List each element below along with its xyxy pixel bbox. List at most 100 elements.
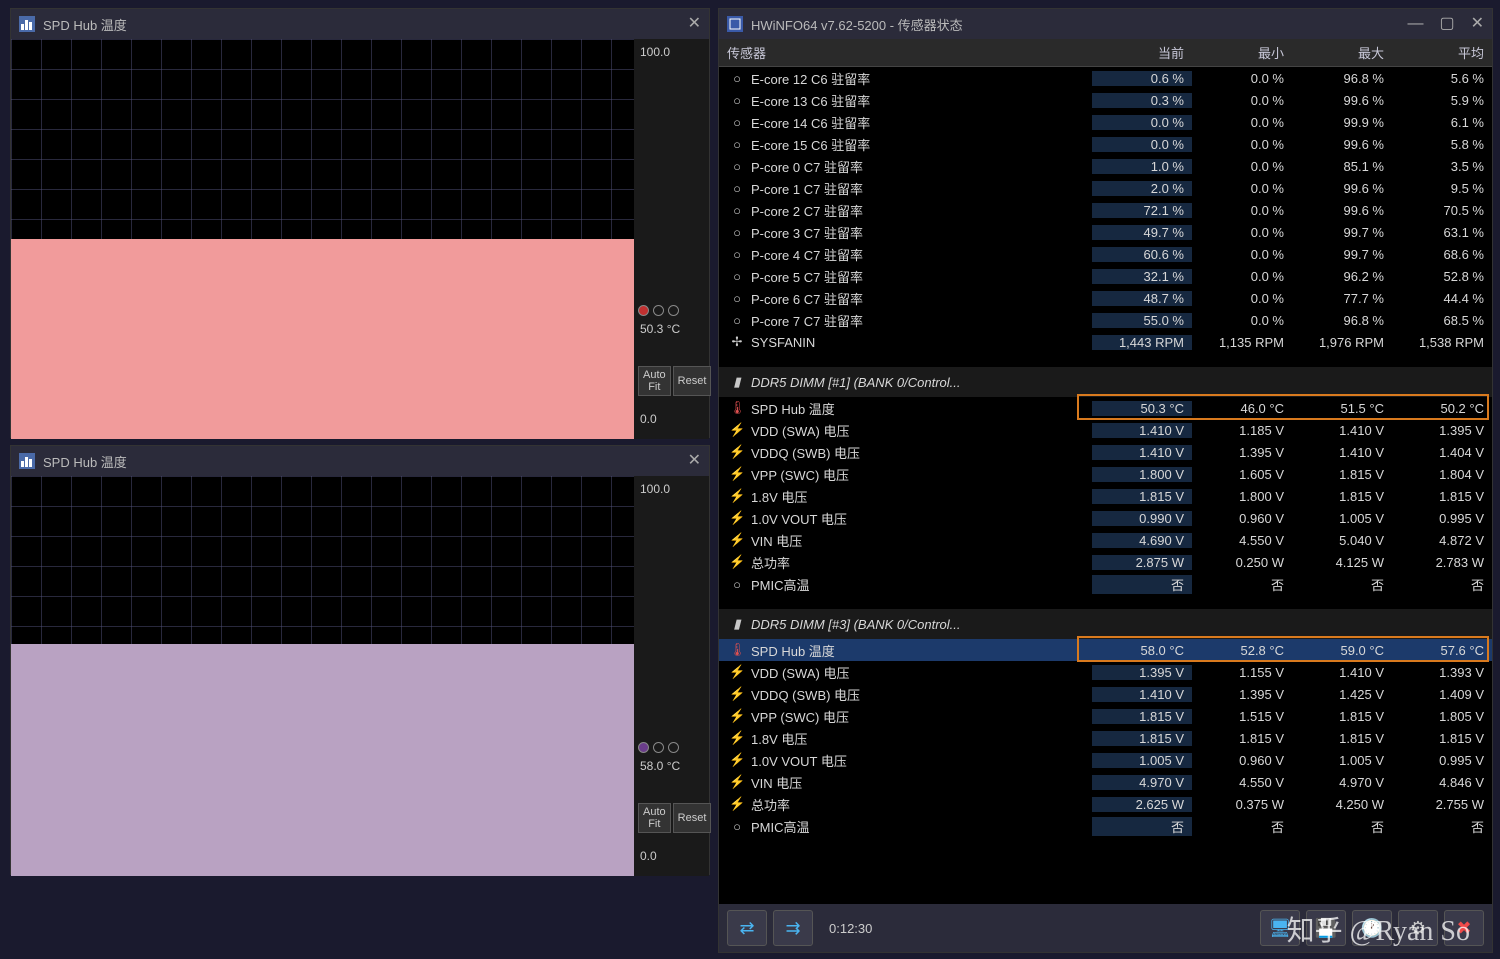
sensor-row[interactable]: ⚡VDD (SWA) 电压1.410 V1.185 V1.410 V1.395 … — [719, 419, 1492, 441]
header-max[interactable]: 最大 — [1292, 39, 1392, 66]
sensor-name: P-core 0 C7 驻留率 — [751, 157, 1092, 176]
sensor-row[interactable]: ○E-core 12 C6 驻留率0.6 %0.0 %96.8 %5.6 % — [719, 67, 1492, 89]
sensor-row[interactable]: ○P-core 1 C7 驻留率2.0 %0.0 %99.6 %9.5 % — [719, 177, 1492, 199]
graph2-titlebar[interactable]: SPD Hub 温度 ✕ — [11, 446, 709, 476]
sensor-row[interactable]: ○P-core 7 C7 驻留率55.0 %0.0 %96.8 %68.5 % — [719, 309, 1492, 331]
reset-button[interactable]: Reset — [673, 366, 712, 396]
sensor-avg: 50.2 °C — [1392, 401, 1492, 416]
close-button[interactable]: ✖ — [1444, 910, 1484, 946]
sensor-row[interactable]: ○P-core 0 C7 驻留率1.0 %0.0 %85.1 %3.5 % — [719, 155, 1492, 177]
reset-button[interactable]: Reset — [673, 803, 712, 833]
sensor-icon: ⚡ — [729, 774, 745, 790]
header-sensor[interactable]: 传感器 — [719, 39, 1092, 66]
hwinfo-window[interactable]: HWiNFO64 v7.62-5200 - 传感器状态 — ▢ ✕ 传感器 当前… — [718, 8, 1493, 953]
clock-button[interactable]: 🕐 — [1352, 910, 1392, 946]
graph1-plot[interactable] — [11, 39, 634, 439]
sensor-row[interactable]: ○PMIC高温否否否否 — [719, 815, 1492, 837]
hwinfo-titlebar[interactable]: HWiNFO64 v7.62-5200 - 传感器状态 — ▢ ✕ — [719, 9, 1492, 39]
graph1-title: SPD Hub 温度 — [43, 15, 688, 34]
minimize-icon[interactable]: — — [1407, 16, 1423, 32]
sensor-cur: 2.0 % — [1092, 181, 1192, 196]
sensor-max: 59.0 °C — [1292, 643, 1392, 658]
header-cur[interactable]: 当前 — [1092, 39, 1192, 66]
close-icon[interactable]: ✕ — [688, 16, 701, 32]
sensor-icon: ⚡ — [729, 510, 745, 526]
sensor-row[interactable]: ○E-core 13 C6 驻留率0.3 %0.0 %99.6 %5.9 % — [719, 89, 1492, 111]
sensor-row[interactable]: ○P-core 5 C7 驻留率32.1 %0.0 %96.2 %52.8 % — [719, 265, 1492, 287]
sensor-row[interactable]: ○P-core 6 C7 驻留率48.7 %0.0 %77.7 %44.4 % — [719, 287, 1492, 309]
sensor-row[interactable]: ⚡VIN 电压4.690 V4.550 V5.040 V4.872 V — [719, 529, 1492, 551]
sensor-row[interactable]: ○E-core 15 C6 驻留率0.0 %0.0 %99.6 %5.8 % — [719, 133, 1492, 155]
autofit-button[interactable]: Auto Fit — [638, 366, 671, 396]
sensor-max: 77.7 % — [1292, 291, 1392, 306]
sensor-group[interactable]: ▮DDR5 DIMM [#3] (BANK 0/Control... — [719, 609, 1492, 639]
sensor-name: VIN 电压 — [751, 773, 1092, 792]
close-icon[interactable]: ✕ — [688, 453, 701, 469]
sensor-body[interactable]: ○E-core 12 C6 驻留率0.6 %0.0 %96.8 %5.6 %○E… — [719, 67, 1492, 904]
sensor-cur: 0.6 % — [1092, 71, 1192, 86]
sensor-row[interactable]: ○PMIC高温否否否否 — [719, 573, 1492, 595]
autofit-button[interactable]: Auto Fit — [638, 803, 671, 833]
graph-window-1[interactable]: SPD Hub 温度 ✕ 100.0 50.3 °C Auto Fit Rese… — [10, 8, 710, 438]
sensor-row[interactable]: 🌡SPD Hub 温度50.3 °C46.0 °C51.5 °C50.2 °C — [719, 397, 1492, 419]
sensor-name: E-core 13 C6 驻留率 — [751, 91, 1092, 110]
sensor-row[interactable]: ⚡VPP (SWC) 电压1.800 V1.605 V1.815 V1.804 … — [719, 463, 1492, 485]
sensor-cur: 32.1 % — [1092, 269, 1192, 284]
sensor-max: 96.2 % — [1292, 269, 1392, 284]
series-dot-icon[interactable] — [638, 742, 649, 753]
sensor-cur: 0.0 % — [1092, 115, 1192, 130]
graph-window-2[interactable]: SPD Hub 温度 ✕ 100.0 58.0 °C Auto Fit Rese… — [10, 445, 710, 875]
sensor-group[interactable]: ▮DDR5 DIMM [#1] (BANK 0/Control... — [719, 367, 1492, 397]
sensor-icon: ⚡ — [729, 752, 745, 768]
sensor-row[interactable]: ⚡VDD (SWA) 电压1.395 V1.155 V1.410 V1.393 … — [719, 661, 1492, 683]
sensor-row[interactable]: ✢SYSFANIN1,443 RPM1,135 RPM1,976 RPM1,53… — [719, 331, 1492, 353]
sensor-min: 4.550 V — [1192, 533, 1292, 548]
close-icon[interactable]: ✕ — [1471, 16, 1484, 32]
header-min[interactable]: 最小 — [1192, 39, 1292, 66]
nav-left-button[interactable]: ⇄ — [727, 910, 767, 946]
sensor-row[interactable]: ⚡VIN 电压4.970 V4.550 V4.970 V4.846 V — [719, 771, 1492, 793]
series-dot-icon[interactable] — [653, 742, 664, 753]
sensor-row[interactable]: ⚡1.8V 电压1.815 V1.815 V1.815 V1.815 V — [719, 727, 1492, 749]
sensor-max: 否 — [1292, 575, 1392, 594]
series-dot-icon[interactable] — [668, 305, 679, 316]
sensor-min: 0.0 % — [1192, 115, 1292, 130]
sensor-icon: ○ — [729, 159, 745, 174]
sensor-row[interactable]: ⚡1.0V VOUT 电压1.005 V0.960 V1.005 V0.995 … — [719, 749, 1492, 771]
sensor-cur: 1.815 V — [1092, 709, 1192, 724]
series-dot-icon[interactable] — [668, 742, 679, 753]
sensor-header[interactable]: 传感器 当前 最小 最大 平均 — [719, 39, 1492, 67]
sensor-row[interactable]: ⚡VPP (SWC) 电压1.815 V1.515 V1.815 V1.805 … — [719, 705, 1492, 727]
sensor-row[interactable]: ⚡总功率2.625 W0.375 W4.250 W2.755 W — [719, 793, 1492, 815]
graph2-ymax: 100.0 — [638, 480, 705, 498]
sensor-max: 1.815 V — [1292, 709, 1392, 724]
monitor-button[interactable]: 🖥 — [1260, 910, 1300, 946]
settings-button[interactable]: ⚙ — [1398, 910, 1438, 946]
sensor-row[interactable]: ○P-core 3 C7 驻留率49.7 %0.0 %99.7 %63.1 % — [719, 221, 1492, 243]
sensor-name: VPP (SWC) 电压 — [751, 707, 1092, 726]
graph2-plot[interactable] — [11, 476, 634, 876]
sensor-row[interactable]: ⚡1.0V VOUT 电压0.990 V0.960 V1.005 V0.995 … — [719, 507, 1492, 529]
graph1-titlebar[interactable]: SPD Hub 温度 ✕ — [11, 9, 709, 39]
sensor-max: 99.6 % — [1292, 137, 1392, 152]
sensor-row[interactable]: ⚡1.8V 电压1.815 V1.800 V1.815 V1.815 V — [719, 485, 1492, 507]
series-dot-icon[interactable] — [638, 305, 649, 316]
sensor-avg: 1.804 V — [1392, 467, 1492, 482]
header-avg[interactable]: 平均 — [1392, 39, 1492, 66]
sensor-name: E-core 15 C6 驻留率 — [751, 135, 1092, 154]
sensor-row[interactable]: ○P-core 2 C7 驻留率72.1 %0.0 %99.6 %70.5 % — [719, 199, 1492, 221]
sensor-name: P-core 1 C7 驻留率 — [751, 179, 1092, 198]
sensor-row[interactable]: ⚡总功率2.875 W0.250 W4.125 W2.783 W — [719, 551, 1492, 573]
sensor-min: 0.0 % — [1192, 313, 1292, 328]
sensor-row[interactable]: ⚡VDDQ (SWB) 电压1.410 V1.395 V1.425 V1.409… — [719, 683, 1492, 705]
sensor-row[interactable]: ○P-core 4 C7 驻留率60.6 %0.0 %99.7 %68.6 % — [719, 243, 1492, 265]
sensor-row[interactable]: ⚡VDDQ (SWB) 电压1.410 V1.395 V1.410 V1.404… — [719, 441, 1492, 463]
nav-right-button[interactable]: ⇉ — [773, 910, 813, 946]
sensor-row[interactable]: ○E-core 14 C6 驻留率0.0 %0.0 %99.9 %6.1 % — [719, 111, 1492, 133]
sensor-avg: 1.815 V — [1392, 489, 1492, 504]
sensor-row[interactable]: 🌡SPD Hub 温度58.0 °C52.8 °C59.0 °C57.6 °C — [719, 639, 1492, 661]
maximize-icon[interactable]: ▢ — [1439, 16, 1454, 32]
sensor-cur: 0.0 % — [1092, 137, 1192, 152]
save-button[interactable]: 💾 — [1306, 910, 1346, 946]
series-dot-icon[interactable] — [653, 305, 664, 316]
